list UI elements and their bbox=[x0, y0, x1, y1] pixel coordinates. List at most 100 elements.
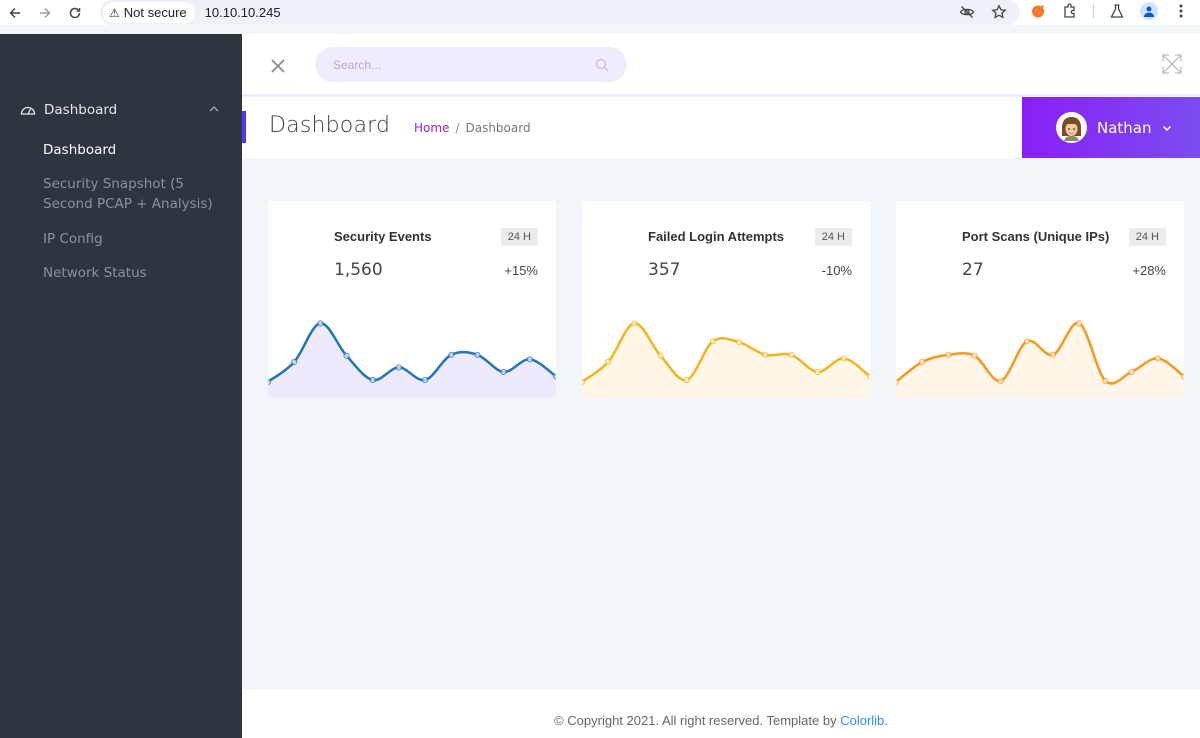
search-icon[interactable] bbox=[595, 58, 609, 72]
sparkline-point bbox=[1180, 373, 1184, 380]
more-vert-icon[interactable] bbox=[1172, 2, 1190, 20]
arrow-right-icon bbox=[40, 7, 51, 18]
sparkline-area bbox=[896, 322, 1184, 398]
sparkline-point bbox=[840, 355, 847, 362]
fullscreen-button[interactable] bbox=[1161, 53, 1183, 75]
page-header: Dashboard Home / Dashboard Nathan bbox=[242, 97, 1200, 158]
card-value: 27 bbox=[962, 260, 984, 280]
sparkline-point bbox=[582, 378, 586, 385]
sidebar-group-label: Dashboard bbox=[44, 102, 118, 118]
sidebar-item-security-snapshot[interactable]: Security Snapshot (5 Second PCAP + Analy… bbox=[43, 174, 223, 214]
dashboard-gauge-icon bbox=[20, 106, 36, 115]
sparkline-point bbox=[683, 376, 690, 384]
sidebar-item-network-status[interactable]: Network Status bbox=[43, 263, 223, 283]
sparkline-point bbox=[1023, 338, 1031, 345]
sparkline-point bbox=[291, 358, 298, 366]
card-title: Security Events bbox=[334, 229, 432, 244]
sparkline-point bbox=[421, 376, 429, 384]
eye-off-icon[interactable] bbox=[958, 3, 976, 21]
avatar bbox=[1056, 112, 1087, 143]
sparkline-point bbox=[657, 352, 664, 359]
sparkline-point bbox=[448, 351, 455, 358]
chevron-up-icon[interactable] bbox=[207, 102, 221, 116]
cookie-extension-icon[interactable] bbox=[1029, 2, 1047, 20]
top-header bbox=[242, 34, 1200, 96]
user-name: Nathan bbox=[1097, 118, 1152, 137]
browser-toolbar: ⚠ Not secure 10.10.10.245 bbox=[0, 0, 1200, 25]
sparkline-chart bbox=[896, 320, 1184, 398]
sidebar: Dashboard Dashboard Security Snapshot (5… bbox=[0, 34, 242, 738]
search-box bbox=[315, 47, 627, 82]
search-input[interactable] bbox=[333, 47, 583, 82]
sparkline-point bbox=[1076, 320, 1083, 327]
security-label: Not secure bbox=[123, 5, 187, 20]
address-bar[interactable]: ⚠ Not secure 10.10.10.245 bbox=[100, 0, 1020, 25]
sparkline-point bbox=[631, 320, 638, 327]
breadcrumb-home-link[interactable]: Home bbox=[414, 121, 449, 135]
arrow-left-icon bbox=[9, 7, 20, 18]
reload-icon bbox=[69, 7, 81, 18]
security-indicator[interactable]: ⚠ Not secure bbox=[103, 2, 195, 23]
sparkline-chart bbox=[582, 320, 870, 398]
sparkline-point bbox=[526, 356, 533, 363]
page-title: Dashboard bbox=[269, 113, 391, 138]
chevron-down-icon bbox=[1162, 125, 1171, 131]
expand-icon bbox=[1162, 54, 1182, 74]
copyright-text: © Copyright 2021. All right reserved. Te… bbox=[242, 713, 1200, 728]
footer: © Copyright 2021. All right reserved. Te… bbox=[242, 690, 1200, 738]
warning-triangle-icon: ⚠ bbox=[109, 5, 120, 20]
stat-card-port-scans: Port Scans (Unique IPs) 24 H 27 +28% bbox=[896, 201, 1184, 398]
sparkline-point bbox=[605, 358, 612, 366]
close-sidebar-button[interactable] bbox=[268, 56, 288, 76]
card-value: 357 bbox=[648, 260, 681, 280]
period-badge: 24 H bbox=[1128, 228, 1166, 246]
card-value: 1,560 bbox=[334, 260, 383, 280]
user-menu[interactable]: Nathan bbox=[1022, 97, 1200, 158]
stat-card-failed-logins: Failed Login Attempts 24 H 357 -10% bbox=[582, 201, 870, 398]
card-title: Failed Login Attempts bbox=[648, 229, 785, 244]
bookmark-star-icon[interactable] bbox=[990, 3, 1008, 21]
sparkline-point bbox=[552, 373, 556, 380]
forward-button[interactable] bbox=[34, 2, 56, 24]
sparkline-point bbox=[500, 368, 507, 376]
colorlib-link[interactable]: Colorlib bbox=[840, 713, 884, 728]
sparkline-point bbox=[1102, 377, 1109, 385]
sparkline-point bbox=[814, 368, 821, 376]
profile-icon[interactable] bbox=[1140, 2, 1158, 20]
copyright-label: © Copyright 2021. All right reserved. Te… bbox=[554, 713, 841, 728]
sparkline-point bbox=[945, 351, 952, 358]
sparkline-point bbox=[971, 352, 978, 359]
breadcrumb-separator: / bbox=[455, 121, 460, 135]
sparkline-point bbox=[474, 351, 481, 358]
close-icon bbox=[271, 59, 285, 73]
back-button[interactable] bbox=[4, 2, 26, 24]
breadcrumb-current: Dashboard bbox=[465, 121, 531, 135]
sparkline-point bbox=[919, 358, 926, 366]
sparkline-point bbox=[343, 352, 350, 359]
sparkline-point bbox=[762, 351, 769, 358]
sparkline-point bbox=[896, 378, 900, 385]
card-change: +28% bbox=[1132, 263, 1166, 278]
url-text[interactable]: 10.10.10.245 bbox=[205, 5, 281, 20]
card-title: Port Scans (Unique IPs) bbox=[962, 229, 1110, 244]
sparkline-point bbox=[268, 378, 272, 385]
sparkline-chart bbox=[268, 320, 556, 398]
stat-card-security-events: Security Events 24 H 1,560 +15% bbox=[268, 201, 556, 398]
sparkline-point bbox=[735, 339, 743, 346]
sidebar-item-ip-config[interactable]: IP Config bbox=[43, 229, 223, 249]
sparkline-point bbox=[369, 376, 376, 384]
page-header-accent bbox=[242, 111, 246, 143]
extensions-puzzle-icon[interactable] bbox=[1061, 2, 1079, 20]
sparkline-point bbox=[866, 373, 870, 380]
sparkline-point bbox=[709, 338, 717, 345]
reload-button[interactable] bbox=[64, 2, 86, 24]
sparkline-point bbox=[997, 377, 1004, 385]
sidebar-group-dashboard[interactable]: Dashboard bbox=[20, 99, 225, 121]
sparkline-point bbox=[1154, 355, 1161, 362]
sparkline-point bbox=[1049, 351, 1057, 358]
labs-flask-icon[interactable] bbox=[1108, 2, 1126, 20]
breadcrumb: Home / Dashboard bbox=[414, 121, 531, 135]
sparkline-point bbox=[317, 320, 324, 327]
sidebar-item-dashboard[interactable]: Dashboard bbox=[43, 140, 223, 160]
card-change: -10% bbox=[821, 263, 852, 278]
